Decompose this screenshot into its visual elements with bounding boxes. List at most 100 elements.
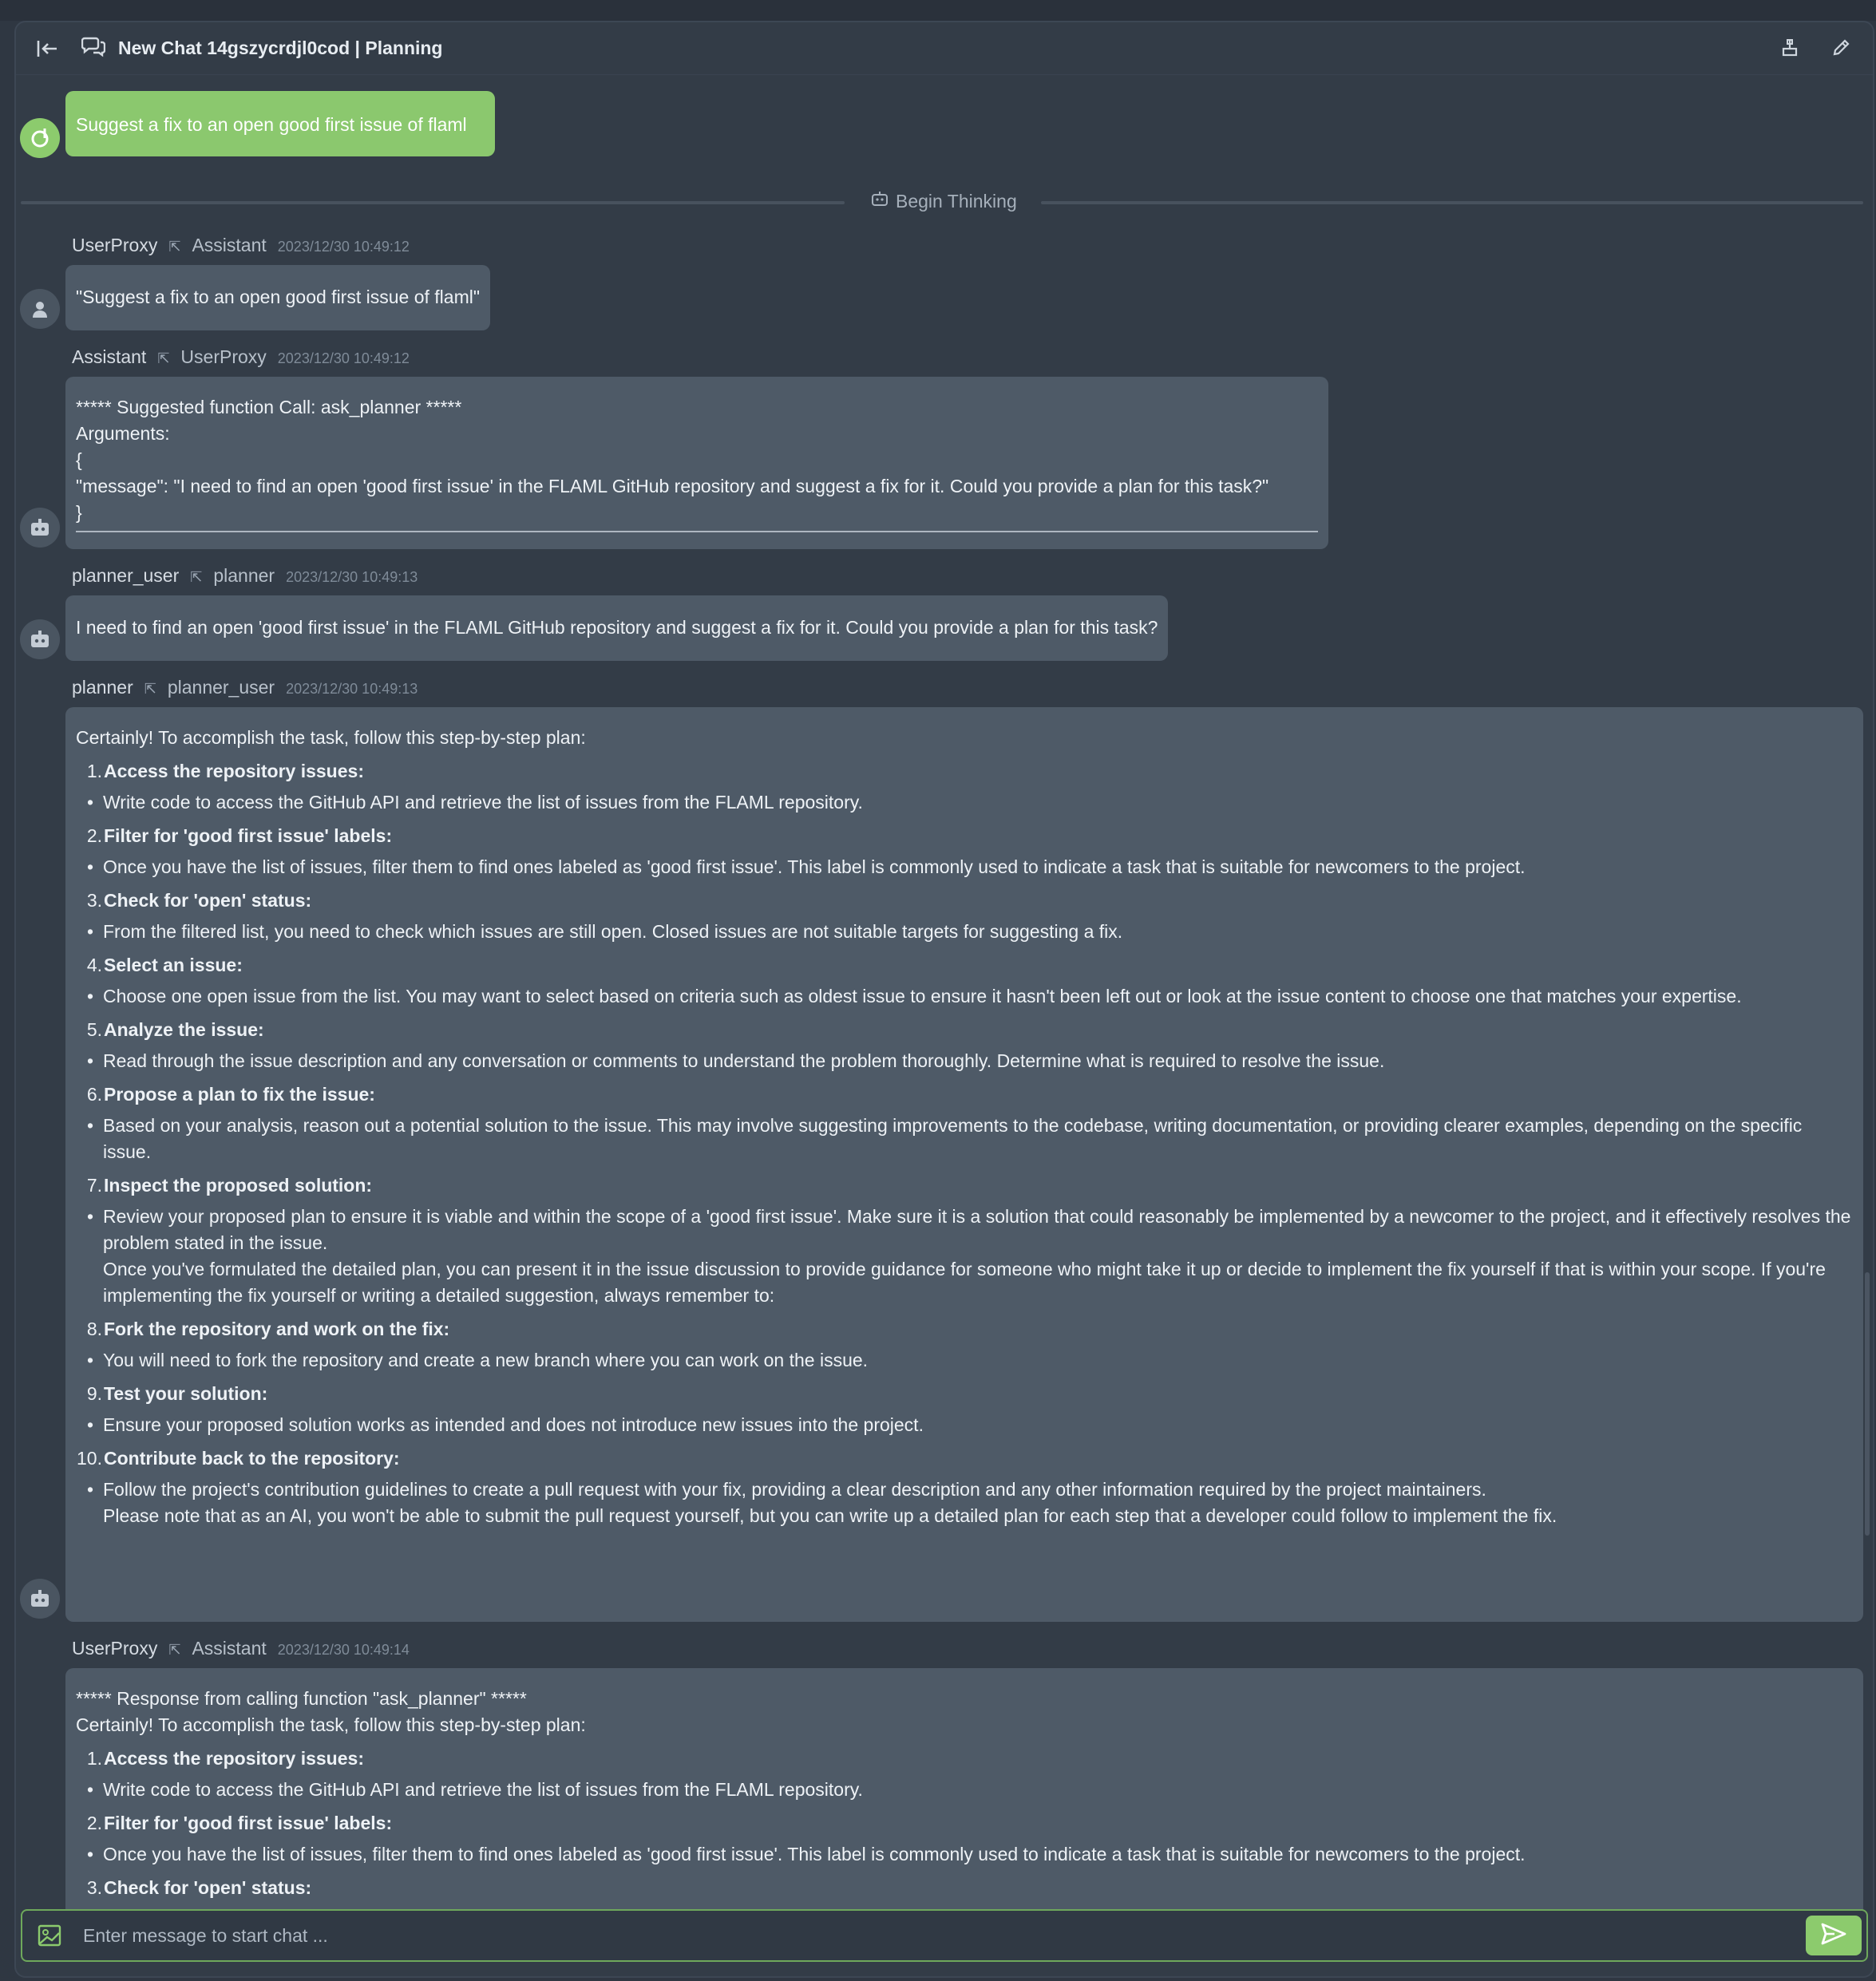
share-icon[interactable] [1775, 34, 1804, 62]
plan-step: 1. Access the repository issues: [76, 1746, 1853, 1772]
plan-intro: Certainly! To accomplish the task, follo… [76, 727, 586, 748]
step-bullet: Read through the issue description and a… [87, 1048, 1853, 1074]
function-response-bubble: ***** Response from calling function "as… [65, 1668, 1863, 1927]
image-upload-icon[interactable] [34, 1920, 65, 1951]
forward-icon: ⇱ [144, 681, 156, 697]
step-continuation: Once you've formulated the detailed plan… [103, 1259, 1826, 1306]
message-text: I need to find an open 'good first issue… [76, 617, 1158, 638]
step-title: Analyze the issue: [104, 1019, 264, 1040]
message-meta: planner ⇱ planner_user 2023/12/30 10:49:… [72, 677, 418, 698]
step-bullets: You will need to fork the repository and… [76, 1347, 1853, 1374]
message-input[interactable] [81, 1924, 1806, 1947]
sender-name: UserProxy [72, 235, 158, 255]
message-bubble: I need to find an open 'good first issue… [65, 595, 1169, 661]
step-bullets: Review your proposed plan to ensure it i… [76, 1204, 1853, 1309]
step-bullet: From the filtered list, you need to chec… [87, 919, 1853, 945]
message-meta: planner_user ⇱ planner 2023/12/30 10:49:… [72, 565, 418, 587]
step-continuation: Please note that as an AI, you won't be … [103, 1505, 1557, 1526]
chat-bubbles-icon [81, 35, 106, 61]
forward-icon: ⇱ [168, 1642, 181, 1658]
robot-avatar [20, 619, 60, 659]
step-title: Check for 'open' status: [104, 1877, 312, 1898]
step-bullet: Choose one open issue from the list. You… [87, 983, 1853, 1010]
step-title: Filter for 'good first issue' labels: [104, 1813, 393, 1833]
step-number: 8. [86, 1319, 102, 1339]
chat-window: New Chat 14gszycrdjl0cod | Planning Sugg… [14, 21, 1874, 1978]
sender-name: planner_user [72, 565, 180, 586]
forward-icon: ⇱ [190, 569, 203, 585]
step-number: 9. [86, 1383, 102, 1404]
recipient-name: planner_user [167, 677, 275, 698]
step-bullet-text: Write code to access the GitHub API and … [103, 1779, 863, 1800]
sender-name: UserProxy [72, 1638, 158, 1659]
step-bullets: Write code to access the GitHub API and … [76, 1777, 1853, 1803]
timestamp: 2023/12/30 10:49:13 [286, 569, 418, 585]
plan-step: 4. Select an issue: [76, 952, 1853, 979]
timestamp: 2023/12/30 10:49:12 [277, 350, 410, 366]
plan-step: 1. Access the repository issues: [76, 758, 1853, 785]
edit-pencil-icon[interactable] [1827, 34, 1855, 62]
step-bullet-text: Once you have the list of issues, filter… [103, 856, 1526, 877]
user-prompt-bubble: Suggest a fix to an open good first issu… [65, 91, 495, 156]
plan-step: 3. Check for 'open' status: [76, 1875, 1853, 1901]
plan-step: 7. Inspect the proposed solution: [76, 1172, 1853, 1199]
step-bullets: Follow the project's contribution guidel… [76, 1477, 1853, 1529]
function-call-line: Arguments: [76, 423, 170, 444]
function-call-line: } [76, 502, 82, 523]
message-meta: Assistant ⇱ UserProxy 2023/12/30 10:49:1… [72, 346, 410, 368]
plan-step: 10. Contribute back to the repository: [76, 1445, 1853, 1472]
forward-icon: ⇱ [168, 239, 181, 255]
step-number: 3. [86, 890, 102, 911]
collapse-left-icon[interactable] [32, 33, 64, 65]
plan-step: 9. Test your solution: [76, 1381, 1853, 1407]
step-bullet-text: From the filtered list, you need to chec… [103, 921, 1123, 942]
step-bullets: Based on your analysis, reason out a pot… [76, 1113, 1853, 1165]
step-bullet: Write code to access the GitHub API and … [87, 789, 1853, 816]
step-title: Test your solution: [104, 1383, 268, 1404]
step-bullets: Write code to access the GitHub API and … [76, 789, 1853, 816]
plan-step: 3. Check for 'open' status: [76, 888, 1853, 914]
step-title: Access the repository issues: [104, 1748, 364, 1769]
message-bubble: "Suggest a fix to an open good first iss… [65, 265, 490, 330]
chat-message-list[interactable]: Suggest a fix to an open good first issu… [16, 75, 1873, 1927]
sender-name: Assistant [72, 346, 147, 367]
step-title: Fork the repository and work on the fix: [104, 1319, 450, 1339]
step-title: Access the repository issues: [104, 761, 364, 781]
plan-step: 8. Fork the repository and work on the fi… [76, 1316, 1853, 1342]
step-number: 10. [77, 1448, 102, 1469]
step-bullets: Read through the issue description and a… [76, 1048, 1853, 1074]
step-bullet: Once you have the list of issues, filter… [87, 854, 1853, 880]
step-number: 2. [86, 1813, 102, 1833]
step-bullet-text: Once you have the list of issues, filter… [103, 1844, 1526, 1864]
timestamp: 2023/12/30 10:49:14 [277, 1642, 410, 1658]
step-bullet: Based on your analysis, reason out a pot… [87, 1113, 1853, 1165]
message-input-bar [21, 1909, 1868, 1962]
function-call-line: ***** Suggested function Call: ask_plann… [76, 397, 462, 417]
recipient-name: Assistant [192, 1638, 267, 1659]
plan-intro: Certainly! To accomplish the task, follo… [76, 1714, 586, 1735]
step-number: 1. [86, 1748, 102, 1769]
step-bullet: Ensure your proposed solution works as i… [87, 1412, 1853, 1438]
step-number: 3. [86, 1877, 102, 1898]
robot-icon [870, 190, 889, 212]
step-bullet: Once you have the list of issues, filter… [87, 1841, 1853, 1868]
step-bullet-text: Based on your analysis, reason out a pot… [103, 1115, 1803, 1162]
step-bullets: Once you have the list of issues, filter… [76, 854, 1853, 880]
send-button[interactable] [1806, 1916, 1862, 1955]
plan-step: 2. Filter for 'good first issue' labels: [76, 823, 1853, 849]
response-header: ***** Response from calling function "as… [76, 1688, 527, 1709]
step-title: Inspect the proposed solution: [104, 1175, 373, 1196]
begin-thinking-divider: Begin Thinking [21, 191, 1863, 212]
divider-label: Begin Thinking [896, 190, 1017, 212]
step-number: 5. [86, 1019, 102, 1040]
recipient-name: planner [213, 565, 275, 586]
chat-header: New Chat 14gszycrdjl0cod | Planning [16, 22, 1873, 75]
step-bullet: Follow the project's contribution guidel… [87, 1477, 1853, 1529]
forward-icon: ⇱ [157, 350, 170, 366]
step-bullet-text: Ensure your proposed solution works as i… [103, 1414, 924, 1435]
plan-steps: 1.Access the repository issues: Write cod… [76, 758, 1853, 1529]
step-bullet: Review your proposed plan to ensure it i… [87, 1204, 1853, 1309]
scrollbar-thumb[interactable] [1865, 1272, 1870, 1536]
plan-bubble: Certainly! To accomplish the task, follo… [65, 707, 1863, 1622]
step-title: Contribute back to the repository: [104, 1448, 400, 1469]
